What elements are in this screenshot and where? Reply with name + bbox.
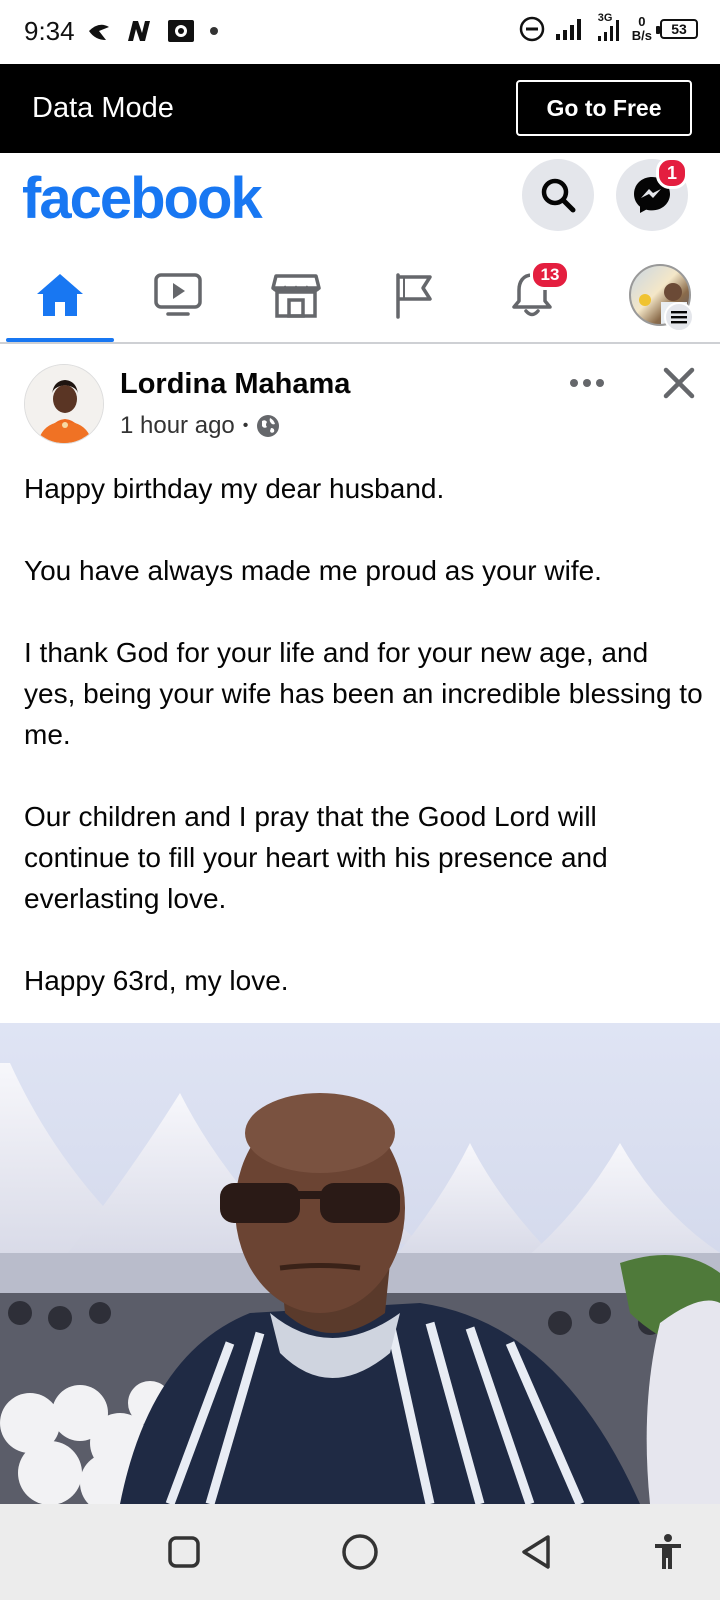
home-icon [37, 274, 83, 316]
dot-icon [210, 27, 218, 35]
home-circle-icon [342, 1534, 378, 1570]
status-time: 9:34 [24, 16, 75, 46]
recents-button[interactable] [162, 1530, 206, 1574]
post-paragraph: I thank God for your life and for your n… [24, 637, 703, 750]
hide-post-button[interactable] [656, 360, 702, 406]
post-time[interactable]: 1 hour ago [120, 412, 235, 440]
post-paragraph: Happy birthday my dear husband. [24, 473, 445, 504]
notifications-badge: 13 [530, 260, 570, 290]
globe-icon [257, 415, 280, 437]
messenger-button[interactable]: 1 [616, 157, 688, 231]
app-header: facebook 1 [0, 153, 720, 248]
post-text: Happy birthday my dear husband. You have… [24, 468, 704, 1001]
status-bar: 9:34 3G 0 B/s 53 [0, 0, 720, 64]
tab-pages[interactable] [354, 248, 474, 342]
watch-icon [154, 273, 202, 316]
more-options-button[interactable] [562, 368, 612, 398]
net-speed-unit: B/s [631, 28, 652, 43]
tab-watch[interactable] [118, 248, 238, 342]
status-right-icons: 3G 0 B/s 53 [518, 12, 698, 44]
home-button[interactable] [338, 1530, 382, 1574]
n-icon [128, 21, 150, 41]
meta-separator: • [242, 417, 249, 434]
dnd-icon [519, 16, 545, 42]
net-speed: 0 B/s [632, 15, 652, 43]
back-button[interactable] [514, 1530, 558, 1574]
close-icon [663, 367, 695, 399]
tab-marketplace[interactable] [236, 248, 356, 342]
menu-icon [664, 302, 694, 332]
nav-tabs: 13 [0, 248, 720, 344]
recents-icon [168, 1536, 200, 1568]
messenger-badge: 1 [656, 157, 688, 189]
system-nav-bar [0, 1504, 720, 1600]
net-speed-value: 0 [638, 14, 646, 29]
accessibility-icon [655, 1534, 681, 1569]
back-icon [522, 1535, 550, 1569]
facebook-logo[interactable]: facebook [22, 165, 263, 232]
flag-icon [396, 273, 432, 319]
tab-home[interactable] [0, 248, 120, 342]
battery-icon: 53 [656, 19, 698, 39]
go-to-free-button[interactable]: Go to Free [516, 80, 692, 136]
search-button[interactable] [522, 159, 594, 231]
post-paragraph: You have always made me proud as your wi… [24, 555, 602, 586]
author-avatar[interactable] [24, 364, 104, 444]
wifi-assist-icon [89, 24, 109, 40]
marketplace-icon [271, 274, 321, 318]
status-left-icons [86, 18, 220, 44]
post-meta: 1 hour ago • [120, 412, 280, 440]
post-header: Lordina Mahama 1 hour ago • [0, 346, 720, 446]
tab-active-indicator [6, 338, 114, 342]
accessibility-button[interactable] [646, 1530, 690, 1574]
post-author[interactable]: Lordina Mahama [120, 368, 350, 401]
post-photo[interactable] [0, 1023, 720, 1504]
tab-notifications[interactable]: 13 [472, 248, 592, 342]
photo-notify-icon [168, 20, 194, 42]
tab-menu[interactable] [600, 248, 720, 342]
post-paragraph: Happy 63rd, my love. [24, 965, 289, 996]
search-icon [541, 178, 576, 213]
signal-icon [555, 19, 581, 40]
data-mode-banner: Data Mode Go to Free [0, 64, 720, 153]
more-horizontal-icon [570, 379, 604, 387]
signal-icon-2: 3G [594, 12, 624, 44]
post-paragraph: Our children and I pray that the Good Lo… [24, 801, 608, 914]
battery-level: 53 [671, 21, 687, 37]
data-mode-label: Data Mode [32, 92, 174, 124]
